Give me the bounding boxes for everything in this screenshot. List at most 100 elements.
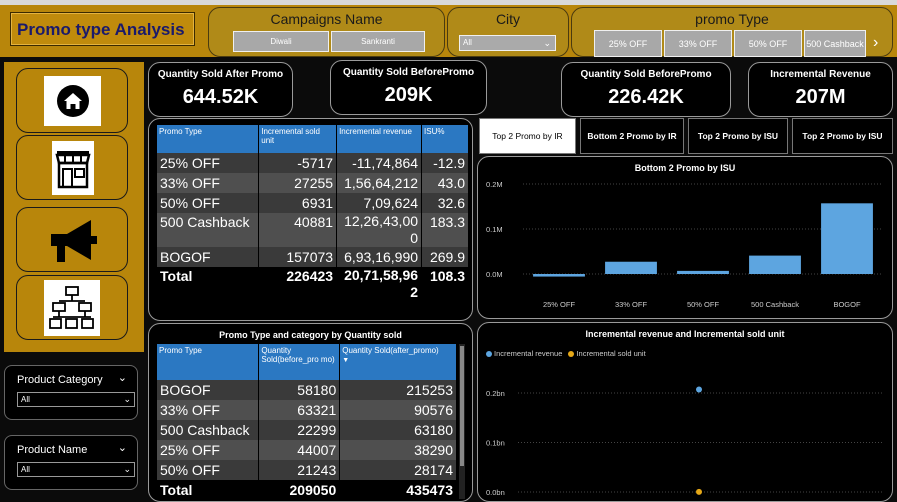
home-icon [44, 76, 101, 126]
cell: 50% OFF [157, 460, 260, 480]
nav-store-button[interactable] [16, 135, 128, 200]
bar [533, 274, 585, 277]
column-header[interactable]: Promo Type [157, 125, 260, 153]
promo-option-33-off[interactable]: 33% OFF [664, 30, 732, 57]
cell: Total [157, 267, 260, 301]
campaign-option-sankranti[interactable]: Sankranti [331, 31, 425, 52]
scrollbar-thumb[interactable] [460, 346, 464, 466]
column-header[interactable]: Incremental revenue [336, 125, 423, 153]
table-total-row: Total 226423 20,71,58,96 2 108.3 [157, 267, 469, 301]
bar-chart: 0.2M 0.1M 0.0M 25% OFF 33% OFF 50% OFF 500 Cas… [486, 180, 883, 309]
cell: 28174 [339, 460, 457, 480]
y-tick-label: 0.0M [486, 270, 503, 279]
kpi-label: Quantity Sold BeforePromo [580, 69, 712, 80]
table-row: 33% OFF 63321 90576 [157, 400, 457, 420]
product-category-value: All [21, 395, 30, 404]
table-header-row: Promo Type Incremental sold unit Increme… [157, 125, 469, 153]
campaigns-slicer-title: Campaigns Name [270, 11, 383, 27]
x-tick-label: 500 Cashback [751, 300, 799, 309]
cell: 33% OFF [157, 173, 260, 193]
promo-type-table-panel: Promo Type Incremental sold unit Increme… [148, 118, 473, 321]
cell: 38290 [339, 440, 457, 460]
bar [605, 261, 657, 274]
city-slicer: City All ⌄ [447, 7, 569, 57]
category-quantity-table-panel: Promo Type and category by Quantity sold… [148, 323, 473, 502]
page-title: Promo type Analysis [10, 12, 195, 46]
cell: BOGOF [157, 247, 260, 267]
chevron-down-icon: ⌄ [543, 38, 551, 48]
table-row: 25% OFF -5717 -11,74,864 -12.9 [157, 153, 469, 173]
column-header[interactable]: Promo Type [157, 344, 260, 380]
product-name-value: All [21, 465, 30, 474]
product-category-title: Product Category [17, 374, 103, 386]
product-name-dropdown[interactable]: All ⌄ [17, 462, 135, 477]
cell: 25% OFF [157, 153, 260, 173]
table-total-row: Total 209050 435473 [157, 480, 457, 500]
promo-option-50-off[interactable]: 50% OFF [734, 30, 802, 57]
scatter-point [696, 488, 702, 495]
cell: 22299 [258, 420, 341, 440]
cell: 183.3 [421, 213, 469, 247]
cell: -5717 [258, 153, 338, 173]
cell: 209050 [258, 480, 341, 500]
kpi-value: 207M [795, 86, 846, 108]
cell: 500 Cashback [157, 213, 260, 247]
x-tick-label: 33% OFF [615, 300, 648, 309]
city-dropdown[interactable]: All ⌄ [459, 35, 556, 51]
product-category-dropdown[interactable]: All ⌄ [17, 392, 135, 407]
cell: 6931 [258, 193, 338, 213]
cell: 32.6 [421, 193, 469, 213]
kpi-label: Quantity Sold BeforePromo [342, 67, 475, 78]
chevron-down-icon[interactable]: ⌄ [118, 441, 127, 454]
nav-campaign-button[interactable] [16, 207, 128, 272]
category-quantity-table: Promo Type Quantity Sold(before_pro mo) … [157, 344, 457, 500]
cell: 20,71,58,96 2 [336, 267, 423, 301]
campaign-option-diwali[interactable]: Diwali [233, 31, 329, 52]
column-header[interactable]: Quantity Sold(after_promo) ▼ [339, 344, 457, 380]
kpi-label: Incremental Revenue [770, 69, 871, 80]
nav-hierarchy-button[interactable] [16, 275, 128, 340]
table-header-row: Promo Type Quantity Sold(before_pro mo) … [157, 344, 457, 380]
chevron-down-icon[interactable]: ⌄ [118, 371, 127, 384]
tab-top2-promo-ir[interactable]: Top 2 Promo by IR [479, 118, 576, 154]
column-header[interactable]: Incremental sold unit [258, 125, 338, 153]
table-row: 50% OFF 21243 28174 [157, 460, 457, 480]
sort-desc-icon: ▼ [342, 357, 350, 364]
bar [749, 255, 801, 274]
column-header[interactable]: Quantity Sold(before_pro mo) [258, 344, 341, 380]
kpi-card-incremental-revenue: Incremental Revenue 207M [748, 62, 893, 117]
table-row: BOGOF 157073 6,93,16,990 269.9 [157, 247, 469, 267]
chevron-down-icon: ⌄ [123, 464, 131, 474]
cell: 500 Cashback [157, 420, 260, 440]
cell: 108.3 [421, 267, 469, 301]
bar-chart-panel: Bottom 2 Promo by ISU 0.2M 0.1M 0.0M 25% OF… [477, 156, 893, 319]
nav-home-button[interactable] [16, 68, 128, 133]
kpi-card-qty-before: Quantity Sold BeforePromo 209K [330, 60, 487, 115]
chevron-right-icon[interactable]: › [873, 34, 878, 52]
column-header[interactable]: ISU% [421, 125, 469, 153]
promo-option-500-cashback[interactable]: 500 Cashback [804, 30, 866, 57]
x-tick-label: 50% OFF [687, 300, 720, 309]
kpi-label: Quantity Sold After Promo [157, 69, 284, 80]
y-tick-label: 0.0bn [486, 488, 505, 497]
kpi-card-qty-after: Quantity Sold After Promo 644.52K [148, 62, 293, 117]
tab-top2-promo-isu-2[interactable]: Top 2 Promo by ISU [792, 118, 893, 154]
megaphone-icon [45, 216, 101, 271]
bar [677, 270, 729, 274]
cell: 6,93,16,990 [336, 247, 423, 267]
sidebar-nav [4, 62, 144, 352]
cell: 40881 [258, 213, 338, 247]
scrollbar[interactable] [459, 344, 465, 499]
campaigns-slicer: Campaigns Name Diwali Sankranti [208, 7, 445, 57]
product-name-filter: Product Name ⌄ All ⌄ [4, 435, 138, 490]
tab-bottom2-promo-ir[interactable]: Bottom 2 Promo by IR [580, 118, 684, 154]
promo-option-25-off[interactable]: 25% OFF [594, 30, 662, 57]
tab-top2-promo-isu[interactable]: Top 2 Promo by ISU [688, 118, 788, 154]
cell: 21243 [258, 460, 341, 480]
cell: 58180 [258, 380, 341, 400]
kpi-value: 209K [384, 84, 433, 106]
y-tick-label: 0.2bn [486, 389, 505, 398]
y-tick-label: 0.1bn [486, 439, 505, 448]
bar [821, 203, 873, 274]
chevron-down-icon: ⌄ [123, 394, 131, 404]
